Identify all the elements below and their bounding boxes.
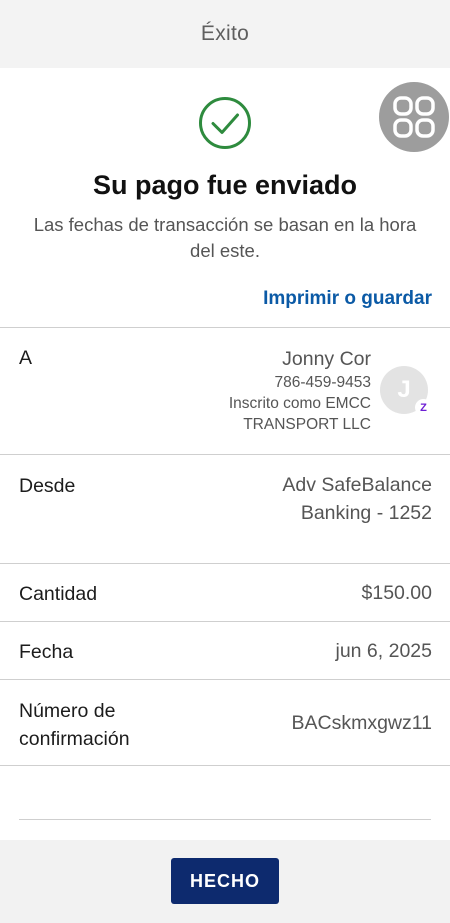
confirmation-label: Número de confirmación <box>19 700 130 750</box>
recipient-label: A <box>19 347 33 369</box>
done-button[interactable]: HECHO <box>171 858 279 904</box>
recipient-phone: 786-459-9453 <box>274 374 371 391</box>
recipient-details: Jonny Cor 786-459-9453 Inscrito como EMC… <box>171 346 371 435</box>
apps-menu-button[interactable] <box>379 82 449 152</box>
divider <box>19 819 431 820</box>
divider <box>0 454 450 455</box>
check-circle-icon <box>199 97 251 149</box>
timezone-note: Las fechas de transacción se basan en la… <box>33 214 417 261</box>
from-label: Desde <box>19 475 76 497</box>
confirmation-number: BACskmxgwz11 <box>291 712 432 734</box>
divider <box>0 621 450 622</box>
amount-label: Cantidad <box>19 583 98 605</box>
recipient-name: Jonny Cor <box>282 348 371 370</box>
success-headline: Su pago fue enviado <box>92 170 358 200</box>
amount-value: $150.00 <box>361 582 433 604</box>
zelle-icon: Z <box>415 399 432 416</box>
divider <box>0 765 450 766</box>
divider <box>0 563 450 564</box>
payment-success-screen: Éxito Su pago fue enviado Las fechas de … <box>0 0 450 923</box>
page-title: Éxito <box>200 22 250 45</box>
apps-grid-icon <box>393 96 435 138</box>
from-account: Adv SafeBalance Banking - 1252 <box>282 474 432 524</box>
date-label: Fecha <box>19 641 74 663</box>
divider <box>0 327 450 328</box>
print-or-save-link[interactable]: Imprimir o guardar <box>263 288 432 310</box>
date-value: jun 6, 2025 <box>335 640 432 662</box>
top-bar: Éxito <box>0 0 450 68</box>
divider <box>0 679 450 680</box>
recipient-enrolled-as: Inscrito como EMCC TRANSPORT LLC <box>228 395 371 433</box>
